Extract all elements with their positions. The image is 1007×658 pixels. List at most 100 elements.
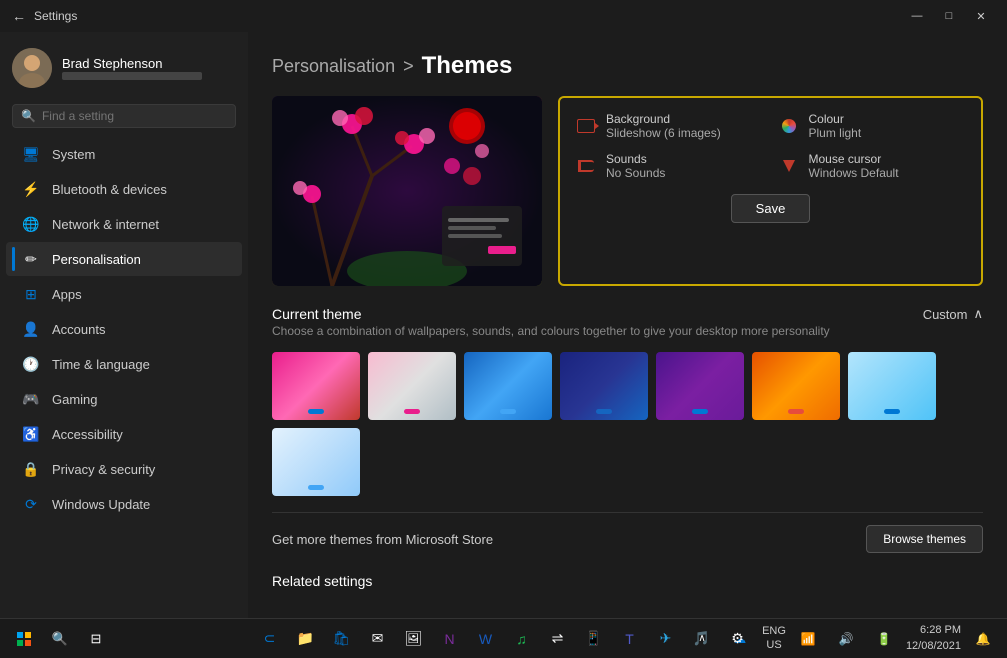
music-button[interactable]: 🎵	[686, 623, 718, 655]
task-view-icon: ⊟	[91, 631, 102, 647]
theme-thumbnail-4[interactable]	[560, 352, 648, 420]
preview-dialog-button	[488, 246, 516, 254]
sidebar-item-system[interactable]: 🖥 System	[6, 137, 242, 171]
telegram-icon: ✈	[660, 630, 672, 647]
photos-button[interactable]: 🖼	[398, 623, 430, 655]
switch-icon: ⇌	[552, 630, 564, 647]
theme-thumbnail-6[interactable]	[752, 352, 840, 420]
user-section[interactable]: Brad Stephenson	[0, 32, 248, 100]
task-view-button[interactable]: ⊟	[80, 623, 112, 655]
brush-icon: ✏	[22, 250, 40, 268]
telegram-button[interactable]: ✈	[650, 623, 682, 655]
onenote-button[interactable]: N	[434, 623, 466, 655]
clock-display[interactable]: 6:28 PM 12/08/2021	[906, 623, 961, 654]
minimize-button[interactable]: —	[903, 6, 931, 26]
preview-line-3	[448, 234, 502, 238]
custom-label: Custom	[923, 307, 968, 322]
wifi-taskbar-button[interactable]: 📶	[792, 623, 824, 655]
back-button[interactable]: ←	[12, 8, 26, 24]
avatar-image	[12, 48, 52, 88]
background-info-item[interactable]: Background Slideshow (6 images)	[574, 112, 765, 140]
notification-button[interactable]: 🔔	[967, 623, 999, 655]
theme-thumbnail-1[interactable]	[272, 352, 360, 420]
titlebar-left: ← Settings	[12, 8, 77, 24]
chevron-up-icon: ∧	[973, 306, 983, 322]
win-logo-q4	[25, 640, 31, 646]
browse-themes-button[interactable]: Browse themes	[866, 525, 983, 553]
date-value: 12/08/2021	[906, 639, 961, 654]
close-button[interactable]: ✕	[967, 6, 995, 26]
cursor-info-item[interactable]: Mouse cursor Windows Default	[777, 152, 968, 180]
sidebar-item-personalisation[interactable]: ✏ Personalisation	[6, 242, 242, 276]
mail-button[interactable]: ✉	[362, 623, 394, 655]
switch-button[interactable]: ⇌	[542, 623, 574, 655]
theme-thumbnail-8[interactable]	[272, 428, 360, 496]
mail-icon: ✉	[372, 630, 384, 647]
sidebar-item-privacy[interactable]: 🔒 Privacy & security	[6, 452, 242, 486]
user-name: Brad Stephenson	[62, 56, 202, 71]
spotify-button[interactable]: ♫	[506, 623, 538, 655]
section-header-text: Current theme Choose a combination of wa…	[272, 306, 830, 338]
sidebar-item-update[interactable]: ⟳ Windows Update	[6, 487, 242, 521]
sidebar-item-network[interactable]: 🌐 Network & internet	[6, 207, 242, 241]
save-theme-button[interactable]: Save	[731, 194, 811, 223]
store-section: Get more themes from Microsoft Store Bro…	[272, 512, 983, 565]
titlebar: ← Settings — □ ✕	[0, 0, 1007, 32]
sounds-info-item[interactable]: Sounds No Sounds	[574, 152, 765, 180]
wifi-taskbar-icon: 📶	[800, 632, 815, 646]
sidebar-item-gaming[interactable]: 🎮 Gaming	[6, 382, 242, 416]
sidebar-item-accessibility[interactable]: ♿ Accessibility	[6, 417, 242, 451]
colour-icon	[777, 114, 801, 138]
win-logo-q2	[25, 632, 31, 638]
file-explorer-button[interactable]: 📁	[290, 623, 322, 655]
store-button[interactable]: 🛍	[326, 623, 358, 655]
theme-thumbnail-2[interactable]	[368, 352, 456, 420]
background-icon	[574, 114, 598, 138]
user-icon: 👤	[22, 320, 40, 338]
sidebar-item-apps[interactable]: ⊞ Apps	[6, 277, 242, 311]
taskbar-app-6[interactable]: 📱	[578, 623, 610, 655]
sounds-value: No Sounds	[606, 166, 665, 180]
maximize-button[interactable]: □	[935, 6, 963, 26]
music-icon: 🎵	[693, 630, 710, 647]
preview-line-1	[448, 218, 509, 222]
search-box[interactable]: 🔍	[12, 104, 236, 128]
related-settings-section: Related settings	[272, 565, 983, 589]
sidebar-item-bluetooth[interactable]: ⚡ Bluetooth & devices	[6, 172, 242, 206]
search-taskbar-button[interactable]: 🔍	[44, 623, 76, 655]
colour-label: Colour	[809, 112, 862, 126]
current-theme-action[interactable]: Custom ∧	[923, 306, 983, 322]
search-taskbar-icon: 🔍	[52, 631, 68, 647]
sidebar-item-accounts[interactable]: 👤 Accounts	[6, 312, 242, 346]
colour-info-item[interactable]: Colour Plum light	[777, 112, 968, 140]
settings-taskbar-icon: ⚙	[731, 630, 744, 647]
volume-button[interactable]: 🔊	[830, 623, 862, 655]
theme-thumbnail-5[interactable]	[656, 352, 744, 420]
file-explorer-icon: 📁	[297, 630, 314, 647]
settings-taskbar-button[interactable]: ⚙	[722, 623, 754, 655]
edge-icon: ⊂	[264, 630, 276, 647]
onenote-icon: N	[444, 631, 454, 647]
lang-line2: US	[762, 639, 786, 652]
theme-thumbnail-7[interactable]	[848, 352, 936, 420]
store-icon: 🛍	[333, 630, 351, 647]
user-email	[62, 72, 202, 80]
theme-thumbnail-3[interactable]	[464, 352, 552, 420]
related-settings-title: Related settings	[272, 573, 983, 589]
sidebar: Brad Stephenson 🔍 🖥 System ⚡ Bluetooth &…	[0, 32, 248, 618]
search-input[interactable]	[42, 109, 227, 123]
start-button[interactable]	[8, 623, 40, 655]
breadcrumb-parent[interactable]: Personalisation	[272, 56, 395, 77]
lang-line1: ENG	[762, 625, 786, 638]
avatar	[12, 48, 52, 88]
edge-button[interactable]: ⊂	[254, 623, 286, 655]
clock-icon: 🕐	[22, 355, 40, 373]
teams-button[interactable]: T	[614, 623, 646, 655]
taskbar: 🔍 ⊟ ⊂ 📁 🛍 ✉ 🖼 N W ♫ ⇌ 📱 T ✈ 🎵 ⚙ ∧ ☁ ENG …	[0, 618, 1007, 658]
word-button[interactable]: W	[470, 623, 502, 655]
battery-button[interactable]: 🔋	[868, 623, 900, 655]
nav-menu: 🖥 System ⚡ Bluetooth & devices 🌐 Network…	[0, 136, 248, 522]
themes-grid	[272, 352, 983, 496]
sidebar-item-label: Gaming	[52, 392, 98, 407]
sidebar-item-time[interactable]: 🕐 Time & language	[6, 347, 242, 381]
